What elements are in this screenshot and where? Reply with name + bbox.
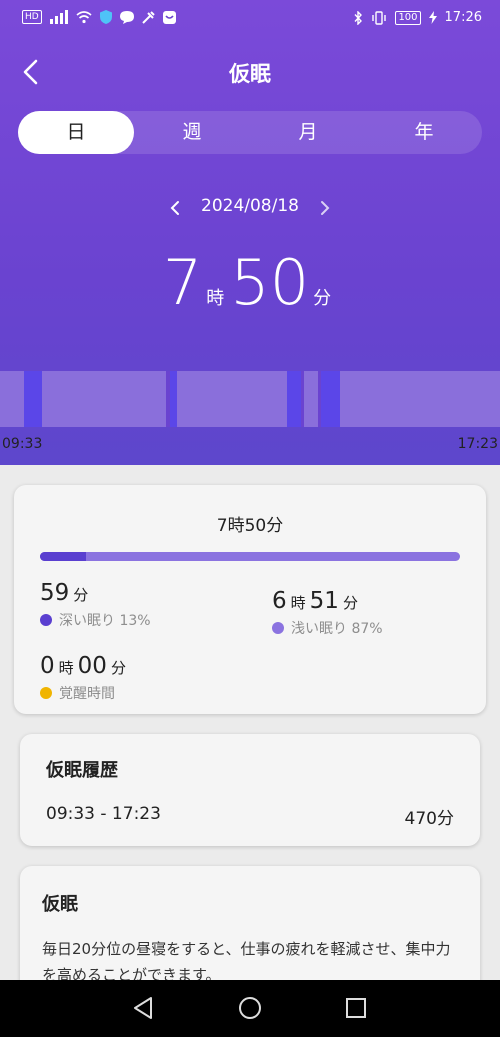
- deep-label: 深い眠り 13%: [59, 613, 151, 629]
- timeline-start: 09:33: [2, 436, 43, 452]
- deep-dot-icon: [40, 614, 52, 626]
- light-minutes: 51: [309, 588, 339, 614]
- info-title: 仮眠: [42, 894, 78, 915]
- tab-year[interactable]: 年: [366, 111, 482, 154]
- awake-hours: 0: [40, 653, 55, 679]
- wifi-icon: [76, 11, 92, 24]
- status-time: 17:26: [444, 10, 482, 25]
- sleep-ratio-bar: [40, 552, 460, 561]
- total-minutes: 50: [230, 246, 310, 319]
- tab-week[interactable]: 週: [134, 111, 250, 154]
- history-minutes: 470分: [404, 809, 454, 829]
- signal-icon: [49, 10, 68, 24]
- nav-recents-icon[interactable]: [345, 997, 367, 1019]
- total-minutes-unit: 分: [313, 288, 332, 309]
- timeline-gap: [301, 371, 304, 427]
- total-hours-unit: 時: [206, 288, 225, 309]
- light-label: 浅い眠り 87%: [291, 621, 383, 637]
- summary-card: 7時50分 59 分 深い眠り 13% 6 時 51 分 浅い眠り 87% 0 時 00 分 …: [14, 485, 486, 714]
- tab-day[interactable]: 日: [18, 111, 134, 154]
- deep-ratio-fill: [40, 552, 87, 561]
- timeline-deep-segment: [321, 371, 340, 427]
- timeline-deep-segment: [24, 371, 42, 427]
- nav-home-icon[interactable]: [238, 996, 262, 1020]
- deep-value: 59: [40, 580, 70, 606]
- total-hours: 7: [162, 246, 203, 319]
- timeline-deep-segment: [170, 371, 177, 427]
- status-bar: HD 100 17:26: [0, 0, 500, 38]
- hd-icon: HD: [22, 10, 42, 24]
- nav-back-icon[interactable]: [132, 996, 154, 1020]
- awake-dot-icon: [40, 687, 52, 699]
- deep-unit: 分: [73, 586, 89, 604]
- battery-icon: 100: [395, 10, 421, 25]
- history-title: 仮眠履歴: [46, 760, 118, 781]
- shield-icon: [99, 10, 112, 24]
- light-minutes-unit: 分: [342, 594, 358, 612]
- tab-month[interactable]: 月: [250, 111, 366, 154]
- charging-icon: [428, 11, 437, 24]
- awake-stat: 0 時 00 分 覚醒時間: [40, 653, 130, 703]
- summary-total: 7時50分: [216, 516, 284, 536]
- awake-minutes-unit: 分: [110, 659, 126, 677]
- vibrate-icon: [372, 10, 387, 25]
- deep-sleep-stat: 59 分 深い眠り 13%: [40, 580, 151, 630]
- total-duration: 7 時50 分: [0, 246, 500, 319]
- period-tabs: 日 週 月 年: [18, 111, 482, 154]
- awake-minutes: 00: [77, 653, 107, 679]
- light-hours: 6: [272, 588, 287, 614]
- bluetooth-icon: [354, 10, 363, 25]
- timeline-deep-segment: [287, 371, 301, 427]
- sleep-timeline: [0, 371, 500, 427]
- app-icon: [162, 10, 176, 24]
- light-sleep-stat: 6 時 51 分 浅い眠り 87%: [272, 588, 383, 638]
- system-nav-bar: [0, 980, 500, 1037]
- light-dot-icon: [272, 622, 284, 634]
- next-date-icon[interactable]: [318, 200, 332, 216]
- page-title: 仮眠: [229, 62, 271, 86]
- history-time-range: 09:33 - 17:23: [46, 804, 161, 824]
- date-label: 2024/08/18: [201, 196, 299, 216]
- awake-hours-unit: 時: [58, 659, 74, 677]
- message-icon: [119, 10, 134, 24]
- timeline-end: 17:23: [457, 436, 498, 452]
- light-hours-unit: 時: [290, 594, 306, 612]
- tools-icon: [141, 10, 155, 24]
- awake-label: 覚醒時間: [59, 686, 115, 702]
- history-card[interactable]: 仮眠履歴 09:33 - 17:23 470分: [20, 734, 480, 846]
